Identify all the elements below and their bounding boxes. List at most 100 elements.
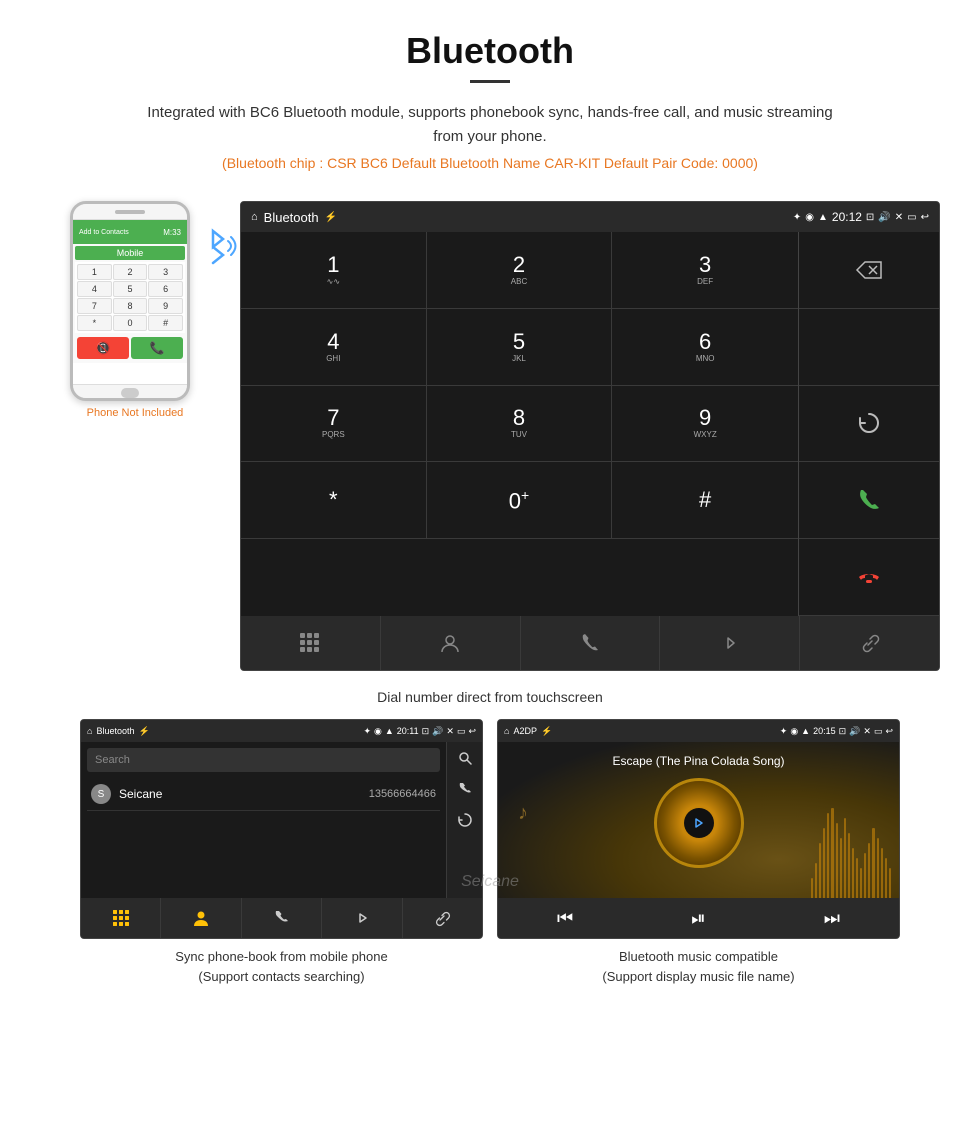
close-icon[interactable]: ✕ (895, 212, 903, 223)
dial-key-6[interactable]: 6 MNO (612, 309, 798, 386)
home-icon-music[interactable]: ⌂ (504, 726, 509, 736)
time-pb: 20:11 (397, 726, 419, 736)
play-pause-button[interactable]: ⏯ (691, 908, 705, 929)
home-button[interactable] (121, 388, 139, 398)
vol-icon-pb[interactable]: 🔊 (432, 726, 443, 737)
phone-dialpad-mini: 123 456 789 *0# (75, 262, 185, 333)
end-call-button[interactable] (799, 539, 939, 616)
refresh-sidebar-icon[interactable] (457, 812, 473, 833)
toolbar-link-btn[interactable] (800, 616, 939, 670)
phonebook-bottom-bar (81, 898, 482, 938)
pb-btn-grid[interactable] (81, 898, 161, 938)
phone-bottom (73, 384, 187, 400)
phone-speaker (115, 210, 145, 214)
dial-key-3[interactable]: 3 DEF (612, 232, 798, 309)
page-header: Bluetooth Integrated with BC6 Bluetooth … (0, 0, 980, 181)
vol-icon-music[interactable]: 🔊 (849, 726, 860, 737)
phone-mockup: Add to Contacts M:33 Mobile 123 456 789 … (70, 201, 200, 401)
home-icon-pb[interactable]: ⌂ (87, 726, 92, 736)
dial-key-5[interactable]: 5 JKL (427, 309, 613, 386)
x-icon-music[interactable]: ✕ (863, 726, 871, 737)
cam-icon-pb[interactable]: ⊡ (422, 726, 430, 737)
page-title: Bluetooth (20, 30, 960, 72)
phone-call-bar: Add to Contacts M:33 (73, 220, 187, 244)
search-sidebar-icon[interactable] (457, 750, 473, 771)
call-button[interactable] (799, 462, 939, 539)
contact-row[interactable]: S Seicane 13566664466 (87, 778, 440, 811)
search-placeholder: Search (95, 754, 130, 766)
screen-icon[interactable]: ▭ (907, 212, 916, 223)
dial-key-4[interactable]: 4 GHI (241, 309, 427, 386)
toolbar-contacts-btn[interactable] (381, 616, 521, 670)
volume-icon[interactable]: 🔊 (878, 212, 890, 223)
bt-icon-music: ✦ (780, 726, 788, 737)
scr-icon-pb[interactable]: ▭ (457, 726, 466, 737)
dial-key-9[interactable]: 9 WXYZ (612, 386, 798, 463)
bottom-section: Seicane ⌂ Bluetooth ⚡ ✦ ◉ ▲ 20:11 (0, 719, 980, 1006)
time-display: 20:12 (832, 210, 862, 224)
call-sidebar-icon[interactable] (457, 781, 473, 802)
empty-cell-1 (799, 309, 939, 386)
statusbar-title: Bluetooth (264, 210, 319, 225)
dial-key-8[interactable]: 8 TUV (427, 386, 613, 463)
phone-top (73, 204, 187, 220)
dialpad-toolbar (241, 616, 939, 670)
dial-key-0[interactable]: 0+ (427, 462, 613, 539)
contact-number: 13566664466 (369, 788, 436, 800)
pb-btn-person[interactable] (161, 898, 241, 938)
scr-icon-music[interactable]: ▭ (874, 726, 883, 737)
back-icon-pb[interactable]: ↩ (468, 726, 476, 737)
music-content: Escape (The Pina Colada Song) ♪ (498, 742, 899, 898)
loc-icon-music: ◉ (790, 726, 798, 737)
phonebook-content: Search S Seicane 13566664466 (81, 742, 482, 817)
backspace-button[interactable] (799, 232, 939, 309)
phone-container: Add to Contacts M:33 Mobile 123 456 789 … (40, 201, 230, 419)
dial-key-2[interactable]: 2 ABC (427, 232, 613, 309)
dial-key-1[interactable]: 1 ∿∿ (241, 232, 427, 309)
music-title-bar: A2DP (513, 726, 537, 736)
dialpad-caption: Dial number direct from touchscreen (0, 689, 980, 705)
music-statusbar: ⌂ A2DP ⚡ ✦ ◉ ▲ 20:15 ⊡ 🔊 ✕ ▭ ↩ (498, 720, 899, 742)
phonebook-caption: Sync phone-book from mobile phone (Suppo… (80, 947, 483, 986)
pb-btn-link[interactable] (403, 898, 482, 938)
dial-key-hash[interactable]: # (612, 462, 798, 539)
dialpad-screen: ⌂ Bluetooth ⚡ ✦ ◉ ▲ 20:12 ⊡ 🔊 ✕ ▭ ↩ (240, 201, 940, 671)
time-music: 20:15 (813, 726, 836, 736)
bt-status-icon: ✦ (793, 212, 801, 223)
phonebook-statusbar: ⌂ Bluetooth ⚡ ✦ ◉ ▲ 20:11 ⊡ 🔊 ✕ ▭ ↩ (81, 720, 482, 742)
music-caption: Bluetooth music compatible (Support disp… (497, 947, 900, 986)
album-inner (684, 808, 714, 838)
contact-name: Seicane (119, 787, 369, 801)
toolbar-bluetooth-btn[interactable] (660, 616, 800, 670)
phonebook-screen-wrap: ⌂ Bluetooth ⚡ ✦ ◉ ▲ 20:11 ⊡ 🔊 ✕ ▭ ↩ (80, 719, 483, 986)
music-screen-wrap: ⌂ A2DP ⚡ ✦ ◉ ▲ 20:15 ⊡ 🔊 ✕ ▭ ↩ (497, 719, 900, 986)
music-screen: ⌂ A2DP ⚡ ✦ ◉ ▲ 20:15 ⊡ 🔊 ✕ ▭ ↩ (497, 719, 900, 939)
dial-key-star[interactable]: * (241, 462, 427, 539)
album-art (654, 778, 744, 868)
back-icon-music[interactable]: ↩ (885, 726, 893, 737)
next-track-button[interactable]: ⏭ (824, 908, 840, 929)
camera-icon[interactable]: ⊡ (866, 212, 874, 223)
usb-icon-pb: ⚡ (138, 726, 149, 737)
dialpad-statusbar: ⌂ Bluetooth ⚡ ✦ ◉ ▲ 20:12 ⊡ 🔊 ✕ ▭ ↩ (241, 202, 939, 232)
pb-title: Bluetooth (96, 726, 134, 736)
toolbar-call-btn[interactable] (521, 616, 661, 670)
bottom-screenshots: ⌂ Bluetooth ⚡ ✦ ◉ ▲ 20:11 ⊡ 🔊 ✕ ▭ ↩ (40, 719, 940, 986)
dialpad-right (799, 232, 939, 616)
home-icon[interactable]: ⌂ (251, 211, 258, 223)
title-divider (470, 80, 510, 83)
x-icon-pb[interactable]: ✕ (446, 726, 454, 737)
toolbar-dialpad-btn[interactable] (241, 616, 381, 670)
back-icon[interactable]: ↩ (921, 212, 929, 223)
pb-btn-phone[interactable] (242, 898, 322, 938)
cam-icon-music[interactable]: ⊡ (839, 726, 847, 737)
middle-section: Add to Contacts M:33 Mobile 123 456 789 … (0, 181, 980, 681)
bluetooth-specs: (Bluetooth chip : CSR BC6 Default Blueto… (20, 155, 960, 171)
pb-btn-bt[interactable] (322, 898, 402, 938)
phonebook-screen: ⌂ Bluetooth ⚡ ✦ ◉ ▲ 20:11 ⊡ 🔊 ✕ ▭ ↩ (80, 719, 483, 939)
music-note-icon: ♪ (518, 802, 528, 825)
search-bar[interactable]: Search (87, 748, 440, 772)
refresh-button[interactable] (799, 386, 939, 463)
prev-track-button[interactable]: ⏮ (557, 908, 573, 929)
dial-key-7[interactable]: 7 PQRS (241, 386, 427, 463)
